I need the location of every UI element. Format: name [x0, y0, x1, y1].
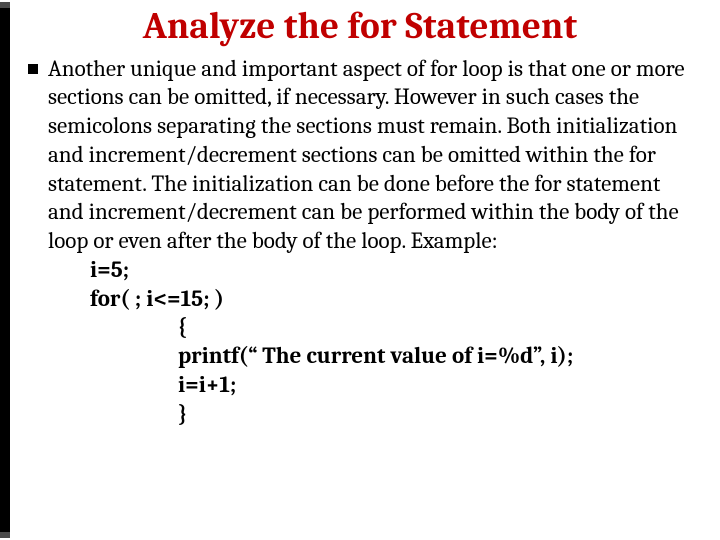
code-line-6: }	[48, 400, 692, 429]
bullet-item: Another unique and important aspect of f…	[28, 55, 692, 429]
square-bullet-icon	[28, 64, 38, 74]
code-line-1: i=5;	[48, 256, 692, 285]
paragraph: Another unique and important aspect of f…	[48, 55, 685, 255]
left-stripe	[0, 2, 10, 538]
stripe-bottom-cap	[0, 532, 10, 538]
bullet-text: Another unique and important aspect of f…	[48, 55, 692, 429]
slide: Analyze the for Statement Another unique…	[0, 0, 720, 540]
stripe-top-cap	[0, 2, 10, 8]
page-title: Analyze the for Statement	[28, 6, 692, 49]
code-line-5: i=i+1;	[48, 371, 692, 400]
code-line-3: {	[48, 313, 692, 342]
code-line-4: printf(“ The current value of i=%d”, i);	[48, 342, 692, 371]
body-text: Another unique and important aspect of f…	[28, 55, 692, 429]
code-line-2: for( ; i<=15; )	[48, 285, 692, 314]
